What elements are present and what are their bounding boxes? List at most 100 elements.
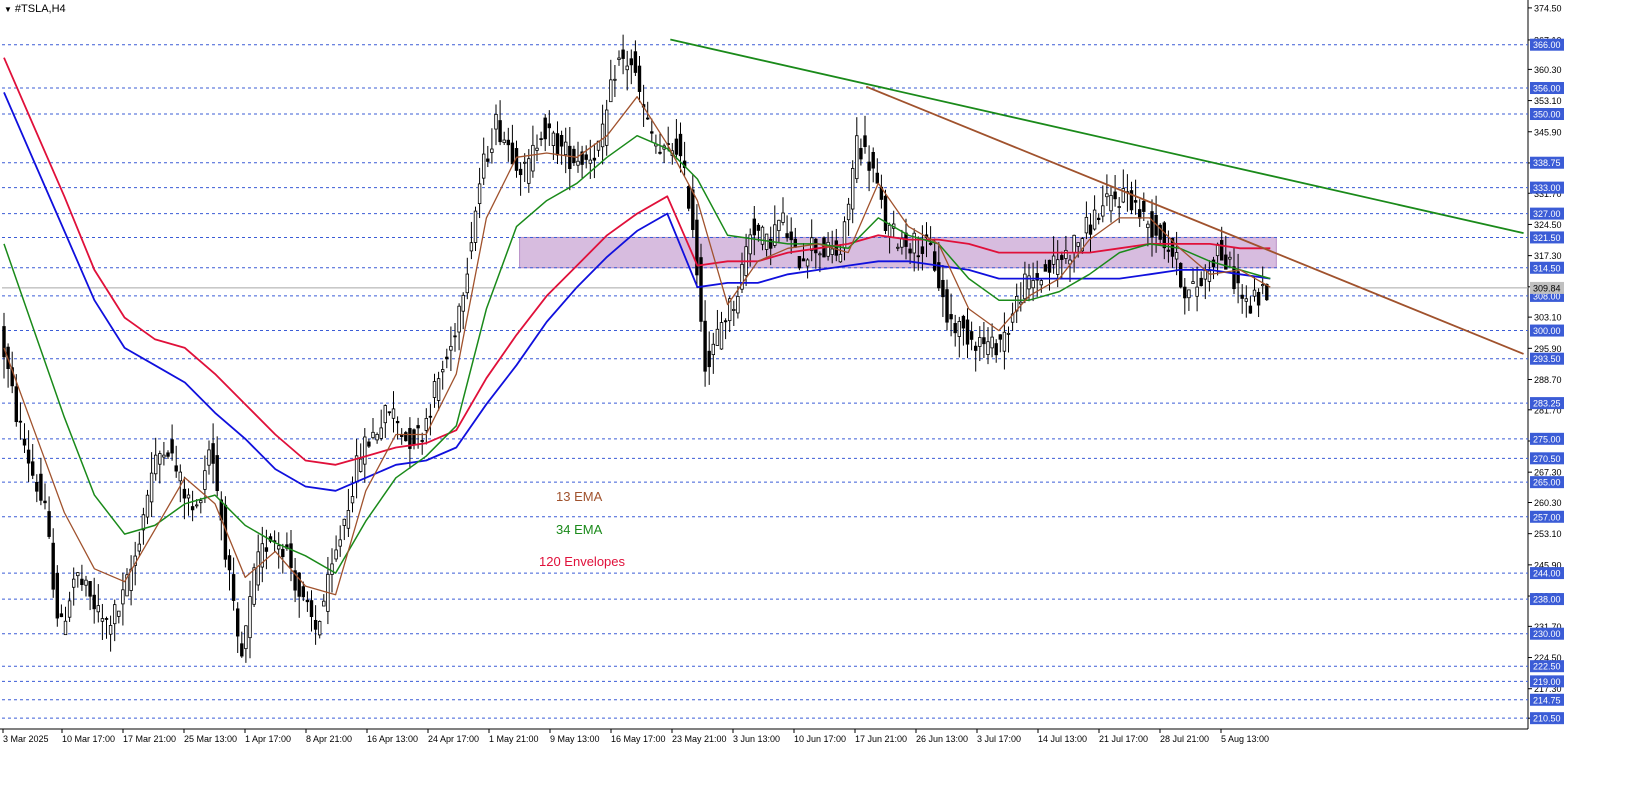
candle-body: [559, 134, 564, 147]
candle-body: [781, 212, 785, 223]
candle-body: [1105, 193, 1109, 198]
candle-body: [313, 619, 318, 630]
candle-body: [1146, 223, 1150, 228]
candle-body: [1195, 286, 1199, 297]
candle-body: [387, 411, 392, 414]
candle-body: [867, 161, 871, 171]
x-tick-label: 10 Jun 17:00: [794, 734, 846, 744]
candle-body: [896, 246, 900, 249]
candle-body: [342, 518, 346, 526]
symbol-label: #TSLA,H4: [14, 3, 66, 15]
x-tick-label: 14 Jul 13:00: [1038, 734, 1087, 744]
collapse-triangle-icon[interactable]: ▼: [4, 5, 12, 14]
candle-body: [2, 326, 6, 358]
candle-body: [1150, 211, 1154, 238]
candle-body: [1138, 209, 1142, 219]
x-tick-label: 3 Jun 13:00: [733, 734, 780, 744]
candle-body: [428, 415, 433, 418]
candle-body: [440, 369, 445, 373]
level-label: 222.50: [1533, 662, 1561, 672]
candle-body: [547, 123, 551, 129]
candle-body: [1248, 305, 1253, 314]
level-label: 314.50: [1533, 263, 1561, 273]
candle-body: [1072, 234, 1076, 253]
candle-body: [363, 436, 367, 465]
level-label: 244.00: [1533, 569, 1561, 579]
x-tick-label: 10 Mar 17:00: [62, 734, 115, 744]
candle-body: [186, 494, 191, 499]
candle-body: [687, 186, 691, 209]
candle-body: [531, 144, 535, 172]
candle-body: [498, 120, 502, 143]
y-tick-label: 353.10: [1534, 96, 1562, 106]
candle-body: [96, 605, 100, 613]
candle-body: [974, 345, 978, 351]
candle-body: [252, 567, 256, 605]
level-label: 265.00: [1533, 478, 1561, 488]
candle-body: [317, 621, 322, 636]
candle-body: [334, 549, 338, 560]
level-label: 333.00: [1533, 183, 1561, 193]
candle-body: [231, 574, 236, 601]
y-tick-label: 374.50: [1534, 3, 1562, 13]
candle-body: [199, 500, 203, 504]
y-tick-label: 317.30: [1534, 251, 1562, 261]
candle-body: [1142, 200, 1146, 212]
candle-body: [978, 337, 982, 347]
candle-body: [502, 139, 506, 143]
x-tick-label: 5 Aug 13:00: [1221, 734, 1269, 744]
candle-body: [153, 454, 158, 475]
candle-body: [1060, 255, 1064, 260]
candle-body: [646, 117, 650, 120]
candle-body: [957, 321, 961, 337]
candle-body: [371, 431, 375, 439]
candle-body: [875, 172, 879, 184]
candle-body: [600, 123, 605, 148]
candle-body: [785, 233, 789, 239]
candle-body: [211, 443, 215, 464]
candle-body: [404, 432, 408, 442]
candle-body: [588, 159, 592, 164]
y-tick-label: 345.90: [1534, 127, 1562, 137]
y-tick-label: 253.10: [1534, 529, 1562, 539]
candle-body: [691, 189, 695, 230]
candle-body: [416, 425, 420, 429]
candle-body: [174, 465, 178, 472]
candle-body: [1133, 200, 1138, 203]
candle-body: [764, 233, 769, 250]
candle-body: [43, 500, 47, 504]
candle-body: [695, 219, 699, 276]
candle-body: [613, 78, 617, 81]
candle-body: [752, 218, 756, 236]
candle-body: [350, 496, 355, 504]
candle-body: [674, 138, 679, 155]
candle-body: [30, 461, 35, 476]
y-tick-label: 260.30: [1534, 498, 1562, 508]
candle-body: [104, 618, 109, 620]
level-label: 327.00: [1533, 209, 1561, 219]
candle-body: [1252, 289, 1257, 297]
candle-body: [436, 378, 441, 401]
x-tick-label: 17 Mar 21:00: [123, 734, 176, 744]
candle-body: [506, 139, 510, 146]
x-tick-label: 16 May 17:00: [611, 734, 666, 744]
candle-body: [1228, 256, 1232, 260]
candle-body: [576, 160, 580, 166]
candle-body: [814, 238, 818, 254]
price-chart[interactable]: 374.50367.10360.30353.10345.90338.70331.…: [0, 0, 1652, 787]
level-label: 210.50: [1533, 714, 1561, 724]
candle-body: [453, 335, 457, 338]
candle-body: [1191, 281, 1195, 284]
candle-body: [625, 65, 629, 71]
candle-body: [481, 153, 486, 179]
candle-body: [715, 328, 720, 346]
candle-body: [26, 449, 31, 464]
candle-body: [240, 643, 244, 657]
candle-body: [1187, 289, 1191, 299]
candle-body: [59, 613, 64, 618]
candle-body: [736, 295, 740, 314]
candle-body: [900, 238, 904, 248]
candle-body: [998, 334, 1002, 340]
level-label: 366.00: [1533, 40, 1561, 50]
candle-body: [564, 141, 568, 156]
